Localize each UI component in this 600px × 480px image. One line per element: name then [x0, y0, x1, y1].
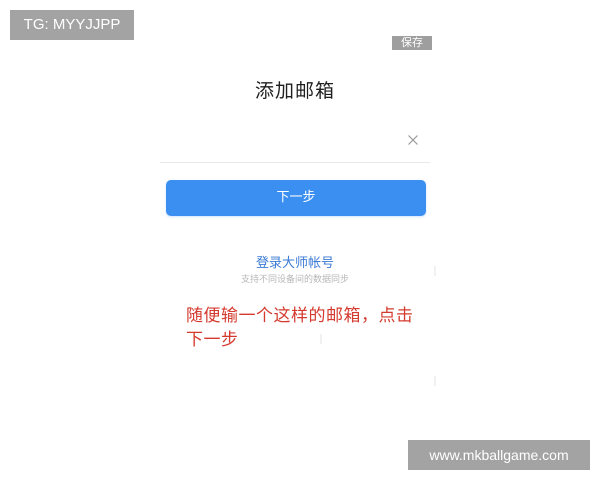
next-button[interactable]: 下一步 [166, 180, 426, 216]
close-icon[interactable] [406, 132, 420, 146]
divider [434, 266, 436, 276]
instruction-annotation: 随便输一个这样的邮箱，点击下一步 [186, 306, 414, 350]
screen: TG: MYYJJPP 保存 添加邮箱 下一步 登录大师帐号 支持不同设备间的数… [0, 0, 600, 480]
watermark: www.mkballgame.com [408, 440, 590, 470]
close-icon-glyph [408, 135, 418, 145]
save-button[interactable]: 保存 [392, 36, 432, 50]
master-account-login-link[interactable]: 登录大师帐号 [200, 252, 390, 271]
page-title: 添加邮箱 [254, 80, 335, 102]
tg-badge: TG: MYYJJPP [10, 10, 134, 40]
email-field[interactable] [160, 126, 430, 163]
email-input[interactable] [160, 130, 390, 158]
divider [434, 376, 436, 386]
divider [320, 334, 322, 344]
master-account-subtitle: 支持不同设备间的数据同步 [240, 275, 349, 285]
